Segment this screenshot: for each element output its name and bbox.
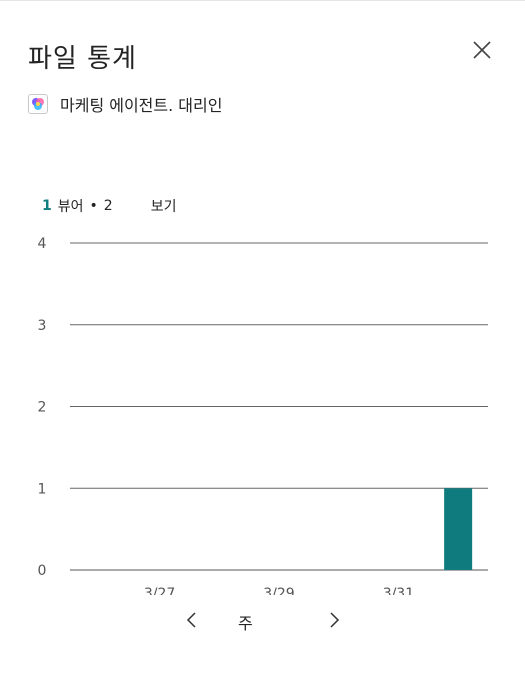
close-button[interactable] <box>470 38 494 62</box>
y-tick-label: 1 <box>38 481 47 497</box>
stats-summary: 1 뷰어 • 2 보기 <box>42 196 176 216</box>
viewers-label: 뷰어 <box>57 199 84 215</box>
top-divider <box>0 0 525 1</box>
file-row: 마케팅 에이전트. 대리인 <box>28 92 222 116</box>
copilot-icon <box>28 94 48 114</box>
x-tick-label: 3/27 <box>144 586 175 595</box>
y-tick-label: 3 <box>38 318 47 334</box>
views-count: 2 <box>103 198 113 214</box>
views-chart: 0 1 2 3 4 3/27 3/29 3/31 <box>38 236 488 595</box>
chevron-right-icon <box>330 612 340 628</box>
y-tick-label: 4 <box>38 236 47 252</box>
y-tick-label: 2 <box>38 400 47 416</box>
panel-title: 파일 통계 <box>28 44 137 74</box>
file-name: 마케팅 에이전트. 대리인 <box>60 96 223 115</box>
chevron-left-icon <box>186 612 196 628</box>
x-tick-label: 3/29 <box>263 586 294 595</box>
previous-period-button[interactable] <box>184 611 200 629</box>
next-period-button[interactable] <box>326 611 342 629</box>
y-tick-label: 0 <box>38 563 47 579</box>
stats-separator: • <box>89 198 98 214</box>
period-label: 주 <box>238 614 253 633</box>
close-icon <box>473 41 491 59</box>
viewers-count: 1 <box>42 198 52 214</box>
bar-4-1[interactable] <box>444 488 473 570</box>
views-label: 보기 <box>150 199 177 215</box>
x-tick-label: 3/31 <box>383 586 414 595</box>
